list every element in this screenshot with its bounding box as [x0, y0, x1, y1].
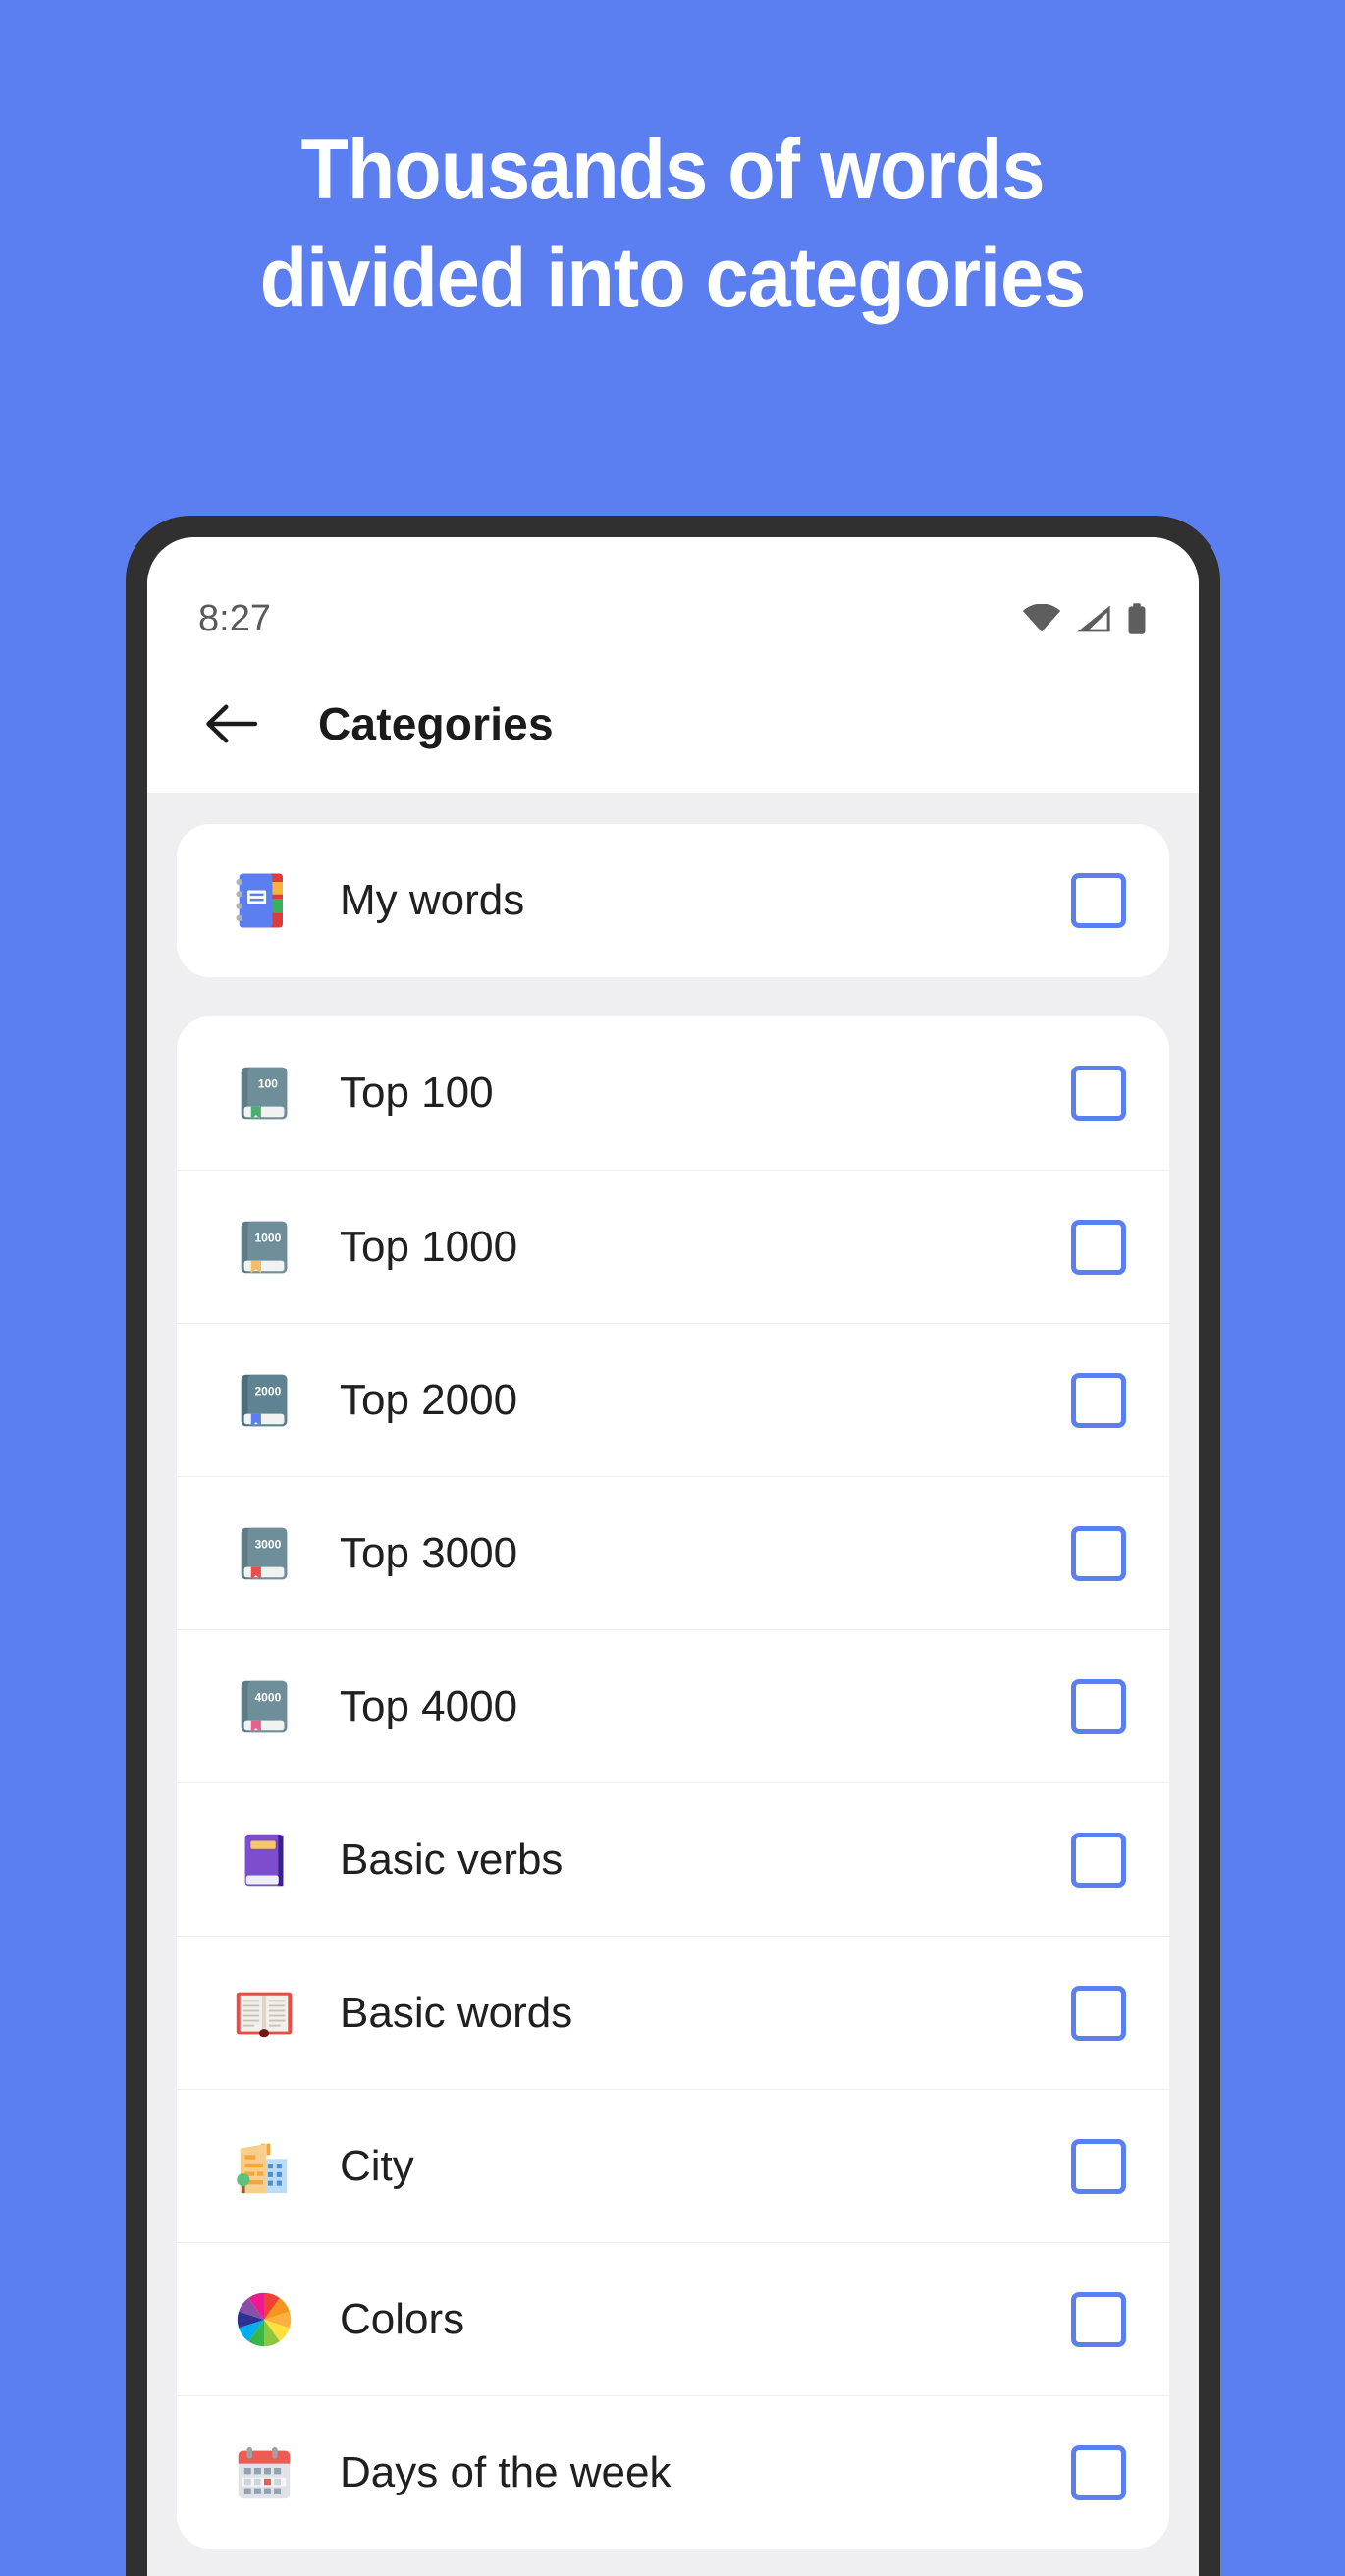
categories-content: My words 100 Top 100 1000 Top 1000 2000 …	[147, 793, 1199, 2576]
list-item-label: Days of the week	[340, 2447, 672, 2496]
list-item-top-1000[interactable]: 1000 Top 1000	[177, 1170, 1169, 1323]
book-2000-icon: 2000	[222, 1358, 306, 1443]
status-bar-icons	[1022, 603, 1148, 634]
phone-volume-button[interactable]	[1214, 967, 1220, 1124]
phone-screen: 8:27 Categories My words 100 Top 100 100…	[147, 537, 1199, 2576]
list-item-top-100[interactable]: 100 Top 100	[177, 1016, 1169, 1170]
purple-book-icon	[222, 1818, 306, 1902]
battery-icon	[1126, 603, 1148, 634]
list-item-my-words[interactable]: My words	[177, 824, 1169, 977]
list-item-label: Top 2000	[340, 1375, 518, 1424]
phone-power-button[interactable]	[1214, 1291, 1220, 1566]
book-100-icon: 100	[222, 1051, 306, 1135]
list-item-label: Top 1000	[340, 1222, 518, 1271]
list-item-checkbox[interactable]	[1071, 1678, 1126, 1734]
back-arrow-icon[interactable]	[198, 689, 267, 758]
page-title: Categories	[318, 698, 554, 749]
list-item-label: Top 3000	[340, 1528, 518, 1577]
svg-text:4000: 4000	[254, 1690, 281, 1704]
list-item-checkbox[interactable]	[1071, 873, 1126, 928]
wifi-icon	[1022, 604, 1061, 633]
list-item-checkbox[interactable]	[1071, 2291, 1126, 2347]
list-item-basic-words[interactable]: Basic words	[177, 1936, 1169, 2089]
list-item-checkbox[interactable]	[1071, 1219, 1126, 1275]
city-icon	[222, 2124, 306, 2209]
promo-heading-line-2: divided into categories	[259, 231, 1086, 326]
svg-text:3000: 3000	[254, 1537, 281, 1551]
list-item-label: Colors	[340, 2294, 465, 2343]
list-item-checkbox[interactable]	[1071, 1372, 1126, 1428]
list-item-label: City	[340, 2141, 414, 2190]
signal-icon	[1075, 604, 1112, 633]
list-item-label: Top 4000	[340, 1681, 518, 1730]
list-item-top-2000[interactable]: 2000 Top 2000	[177, 1323, 1169, 1476]
svg-text:2000: 2000	[254, 1384, 281, 1398]
color-wheel-icon	[222, 2277, 306, 2362]
status-bar: 8:27	[147, 537, 1199, 655]
list-item-top-3000[interactable]: 3000 Top 3000	[177, 1476, 1169, 1629]
list-item-checkbox[interactable]	[1071, 1832, 1126, 1888]
list-item-top-4000[interactable]: 4000 Top 4000	[177, 1629, 1169, 1782]
status-bar-time: 8:27	[198, 597, 271, 639]
list-item-checkbox[interactable]	[1071, 1066, 1126, 1121]
promo-heading-line-1: Thousands of words	[300, 123, 1045, 217]
list-item-label: Basic verbs	[340, 1835, 564, 1884]
my-words-card: My words	[177, 824, 1169, 977]
list-item-days-of-the-week[interactable]: Days of the week	[177, 2395, 1169, 2549]
list-item-label: Top 100	[340, 1069, 494, 1117]
list-item-checkbox[interactable]	[1071, 1525, 1126, 1581]
app-bar: Categories	[147, 655, 1199, 793]
list-item-city[interactable]: City	[177, 2089, 1169, 2242]
list-item-label: My words	[340, 876, 525, 924]
list-item-checkbox[interactable]	[1071, 2444, 1126, 2500]
phone-mockup: 8:27 Categories My words 100 Top 100 100…	[126, 516, 1220, 2576]
svg-text:1000: 1000	[254, 1231, 281, 1244]
categories-card: 100 Top 100 1000 Top 1000 2000 Top 2000 …	[177, 1016, 1169, 2549]
list-item-checkbox[interactable]	[1071, 1985, 1126, 2041]
book-1000-icon: 1000	[222, 1205, 306, 1289]
book-3000-icon: 3000	[222, 1511, 306, 1596]
notebook-icon	[222, 858, 306, 943]
book-4000-icon: 4000	[222, 1665, 306, 1749]
open-book-icon	[222, 1971, 306, 2055]
list-item-label: Basic words	[340, 1988, 573, 2037]
promo-heading: Thousands of words divided into categori…	[54, 116, 1291, 332]
list-item-colors[interactable]: Colors	[177, 2242, 1169, 2395]
list-item-checkbox[interactable]	[1071, 2138, 1126, 2194]
svg-text:100: 100	[258, 1077, 278, 1091]
calendar-icon	[222, 2431, 306, 2515]
list-item-basic-verbs[interactable]: Basic verbs	[177, 1782, 1169, 1936]
